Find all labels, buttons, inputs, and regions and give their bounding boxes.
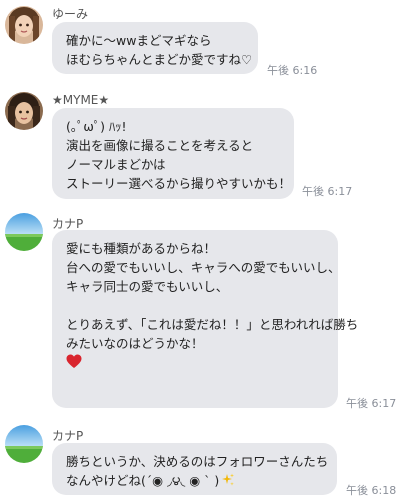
message-line: なんやけどね(´◉ ◞౪◟ ◉ ` ) [66, 473, 220, 488]
message-line: とりあえず、「これは愛だね！！」と思われれば勝ち [66, 317, 359, 332]
message-line: 確かに〜wwまどマギなら [66, 33, 212, 48]
avatar[interactable] [5, 92, 43, 130]
avatar[interactable] [5, 425, 43, 463]
message-bubble: 愛にも種類があるからね！ 台への愛でもいいし、キャラへの愛でもいいし、 キャラ同… [52, 230, 359, 408]
message-line: 台への愛でもいいし、キャラへの愛でもいいし、 [66, 260, 341, 275]
chat-log: ゆーみ 確かに〜wwまどマギなら ほむらちゃんとまどか愛ですね♡ 午後 6:16… [0, 0, 418, 502]
message-line: (｡ﾟωﾟ) ﾊｯ! [66, 119, 127, 134]
timestamp: 午後 6:17 [346, 397, 397, 410]
message-line: 愛にも種類があるからね！ [66, 241, 217, 256]
message-line: 演出を画像に撮ることを考えると [66, 138, 254, 153]
timestamp: 午後 6:17 [302, 185, 353, 198]
message-bubble: (｡ﾟωﾟ) ﾊｯ! 演出を画像に撮ることを考えると ノーマルまどかは ストーリ… [52, 108, 294, 199]
message-line: キャラ同士の愛でもいいし、 [66, 279, 229, 294]
message-line: ノーマルまどかは [66, 157, 166, 172]
message-line-wrap: なんやけどね(´◉ ◞౪◟ ◉ ` ) [66, 471, 323, 492]
timestamp: 午後 6:16 [267, 64, 318, 77]
message-bubble: 勝ちというか、決めるのはフォロワーさんたち なんやけどね(´◉ ◞౪◟ ◉ ` … [52, 443, 337, 495]
message-line: みたいなのはどうかな！ [66, 336, 204, 351]
heart-icon [66, 354, 324, 373]
sender-name: ゆーみ [52, 7, 89, 21]
sender-name: ★MYME★ [52, 93, 110, 107]
message-bubble: 確かに〜wwまどマギなら ほむらちゃんとまどか愛ですね♡ [52, 22, 258, 74]
message-line: ストーリー選べるから撮りやすいかも！ [66, 176, 292, 191]
avatar[interactable] [5, 213, 43, 251]
sender-name: カナP [52, 429, 84, 443]
avatar[interactable] [5, 6, 43, 44]
sparkles-icon [221, 473, 235, 492]
message-line: 勝ちというか、決めるのはフォロワーさんたち [66, 454, 329, 469]
message-line: ほむらちゃんとまどか愛ですね♡ [66, 52, 253, 67]
message-line-blank [66, 296, 324, 315]
timestamp: 午後 6:18 [346, 484, 397, 497]
